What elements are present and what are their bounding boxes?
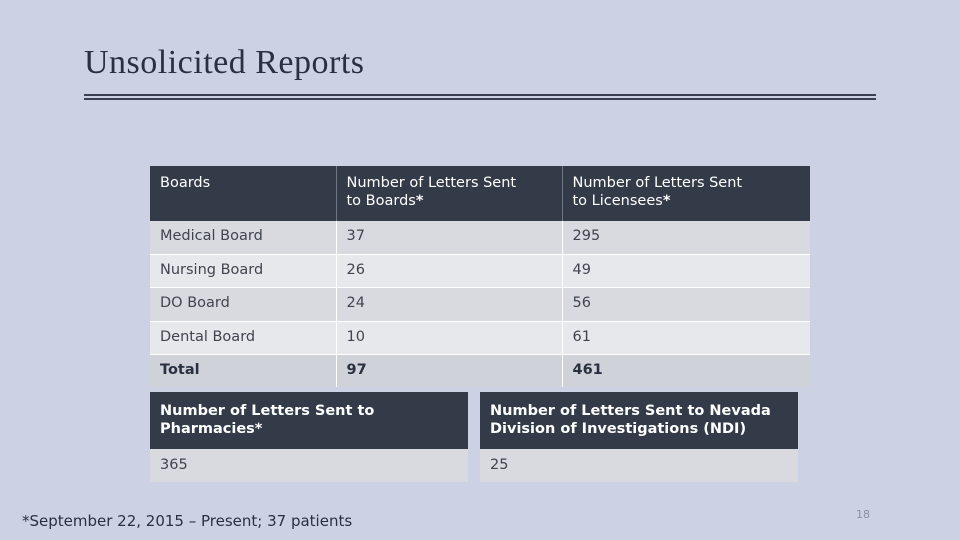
lower-boxes: Number of Letters Sent to Pharmacies* 36… bbox=[150, 392, 810, 483]
asterisk-boards: * bbox=[415, 192, 424, 209]
page-title: Unsolicited Reports bbox=[84, 44, 365, 81]
ndi-box-header: Number of Letters Sent to Nevada Divisio… bbox=[480, 392, 798, 450]
column-header-letters-to-boards-line2: to Boards bbox=[346, 192, 416, 209]
pharmacies-box: Number of Letters Sent to Pharmacies* 36… bbox=[150, 392, 468, 483]
pharmacies-box-header: Number of Letters Sent to Pharmacies* bbox=[150, 392, 468, 450]
ndi-box-value: 25 bbox=[480, 449, 798, 483]
column-header-letters-to-licensees-line2: to Licensees bbox=[572, 192, 663, 209]
cell-letters-to-licensees: 61 bbox=[562, 321, 810, 355]
cell-letters-to-boards: 24 bbox=[336, 287, 563, 322]
table-row: DO Board 24 56 bbox=[150, 287, 810, 322]
column-header-boards-text: Boards bbox=[160, 175, 211, 191]
asterisk-licensees: * bbox=[662, 192, 671, 209]
cell-total-letters-to-licensees: 461 bbox=[562, 354, 810, 388]
cell-board-name: Dental Board bbox=[150, 321, 337, 355]
cell-board-name: DO Board bbox=[150, 287, 337, 322]
cell-letters-to-boards: 26 bbox=[336, 254, 563, 289]
ndi-box: Number of Letters Sent to Nevada Divisio… bbox=[480, 392, 798, 483]
cell-letters-to-licensees: 49 bbox=[562, 254, 810, 289]
slide: Unsolicited Reports Boards Number of Let… bbox=[0, 0, 960, 540]
cell-letters-to-licensees: 56 bbox=[562, 287, 810, 322]
unsolicited-reports-table: Boards Number of Letters Sent to Boards*… bbox=[150, 166, 810, 388]
cell-total-letters-to-boards: 97 bbox=[336, 354, 563, 388]
cell-letters-to-licensees: 295 bbox=[562, 221, 810, 255]
cell-total-label: Total bbox=[150, 354, 337, 388]
table-row: Dental Board 10 61 bbox=[150, 321, 810, 355]
pharmacies-box-value: 365 bbox=[150, 449, 468, 483]
table-header-row: Boards Number of Letters Sent to Boards*… bbox=[150, 166, 810, 222]
cell-board-name: Medical Board bbox=[150, 221, 337, 255]
column-header-boards: Boards bbox=[150, 166, 337, 222]
column-header-letters-to-licensees: Number of Letters Sent to Licensees* bbox=[562, 166, 810, 222]
table-row: Nursing Board 26 49 bbox=[150, 254, 810, 289]
pharmacies-header-line1: Number of Letters Sent to bbox=[160, 403, 375, 419]
table-row: Medical Board 37 295 bbox=[150, 221, 810, 255]
cell-letters-to-boards: 37 bbox=[336, 221, 563, 255]
table-total-row: Total 97 461 bbox=[150, 354, 810, 388]
pharmacies-header-line2: Pharmacies* bbox=[160, 421, 263, 438]
cell-board-name: Nursing Board bbox=[150, 254, 337, 289]
footnote: *September 22, 2015 – Present; 37 patien… bbox=[22, 512, 353, 530]
ndi-header-line1: Number of Letters Sent to Nevada bbox=[490, 403, 771, 419]
column-header-letters-to-boards-line1: Number of Letters Sent bbox=[346, 175, 517, 191]
column-header-letters-to-boards: Number of Letters Sent to Boards* bbox=[336, 166, 563, 222]
title-divider bbox=[84, 94, 876, 100]
ndi-header-line2: Division of Investigations (NDI) bbox=[490, 421, 747, 438]
cell-letters-to-boards: 10 bbox=[336, 321, 563, 355]
column-header-letters-to-licensees-line1: Number of Letters Sent bbox=[572, 175, 743, 191]
page-number: 18 bbox=[856, 508, 870, 521]
